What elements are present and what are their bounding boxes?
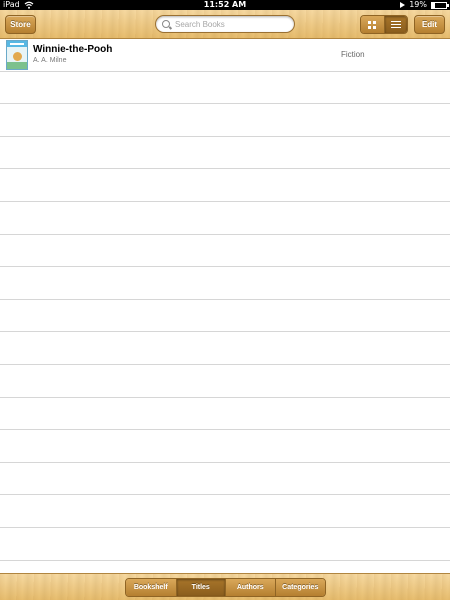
empty-row	[0, 267, 450, 300]
bottom-toolbar: Bookshelf Titles Authors Categories	[0, 573, 450, 600]
store-button[interactable]: Store	[5, 15, 36, 34]
book-title: Winnie-the-Pooh	[33, 44, 113, 55]
empty-row	[0, 300, 450, 333]
tab-bookshelf[interactable]: Bookshelf	[126, 579, 176, 596]
empty-row	[0, 528, 450, 561]
empty-row	[0, 398, 450, 431]
tab-categories[interactable]: Categories	[274, 579, 325, 596]
empty-row	[0, 104, 450, 137]
empty-row	[0, 235, 450, 268]
empty-row	[0, 169, 450, 202]
status-right: 19%	[400, 0, 449, 10]
book-row[interactable]: Winnie-the-Pooh A. A. Milne Fiction	[0, 39, 450, 72]
empty-row	[0, 430, 450, 463]
book-list: Winnie-the-Pooh A. A. Milne Fiction	[0, 39, 450, 573]
empty-row	[0, 137, 450, 170]
tab-authors[interactable]: Authors	[225, 579, 275, 596]
search-input[interactable]	[175, 19, 290, 29]
empty-row	[0, 332, 450, 365]
list-view-button[interactable]	[383, 16, 407, 33]
battery-icon	[431, 1, 449, 9]
grid-icon	[368, 20, 377, 29]
grid-view-button[interactable]	[361, 16, 384, 33]
search-icon	[162, 20, 170, 28]
clock: 11:52 AM	[203, 0, 247, 9]
empty-row	[0, 463, 450, 496]
book-author: A. A. Milne	[33, 57, 67, 64]
edit-button[interactable]: Edit	[414, 15, 445, 34]
empty-row	[0, 72, 450, 105]
empty-row	[0, 202, 450, 235]
book-cover	[6, 40, 28, 70]
battery-percent: 19%	[409, 0, 427, 9]
status-bar: iPad 11:52 AM 19%	[0, 0, 450, 10]
empty-row	[0, 365, 450, 398]
play-icon	[400, 2, 406, 8]
list-icon	[390, 21, 401, 28]
sort-segmented-control: Bookshelf Titles Authors Categories	[125, 578, 326, 597]
tab-titles[interactable]: Titles	[175, 579, 225, 596]
empty-row	[0, 495, 450, 528]
search-field[interactable]	[155, 15, 295, 33]
view-mode-toggle[interactable]	[360, 15, 408, 34]
book-category: Fiction	[341, 50, 365, 59]
